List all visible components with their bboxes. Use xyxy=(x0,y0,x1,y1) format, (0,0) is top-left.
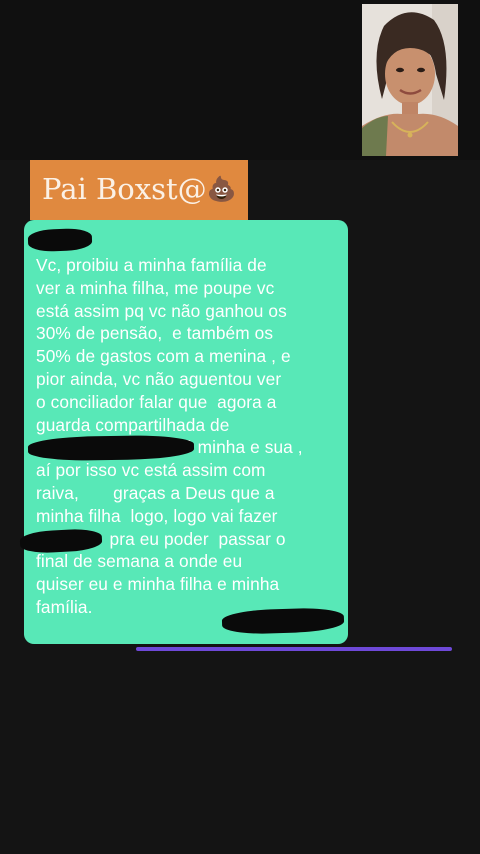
webcam-overlay xyxy=(362,4,458,156)
message-bubble: Vc, proibiu a minha família de ver a min… xyxy=(24,220,348,644)
contact-name-label: Pai Boxst@💩 xyxy=(30,160,248,220)
contact-name: Pai Boxst@ xyxy=(42,172,207,206)
poop-emoji-icon: 💩 xyxy=(206,175,237,203)
accent-divider xyxy=(136,647,452,651)
